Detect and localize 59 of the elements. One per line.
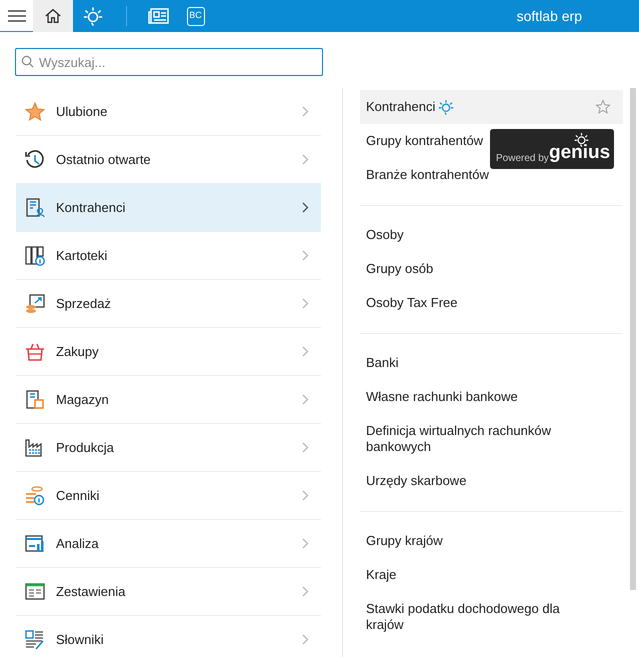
- lightbulb-icon: [438, 99, 454, 115]
- menu-item[interactable]: Sprzedaż: [16, 280, 321, 328]
- submenu-item[interactable]: Definicja wirtualnych rachunków bankowych: [360, 414, 623, 464]
- menu-item[interactable]: Analiza: [16, 520, 321, 568]
- scrollbar[interactable]: [630, 88, 636, 590]
- menu-item[interactable]: Zakupy: [16, 328, 321, 376]
- menu-item[interactable]: Ulubione: [16, 88, 321, 136]
- chevron-right-icon: [302, 346, 309, 357]
- submenu-item[interactable]: Grupy krajów: [360, 524, 623, 558]
- submenu-item[interactable]: Własne rachunki bankowe: [360, 380, 623, 414]
- chevron-right-icon: [302, 490, 309, 501]
- menu-item[interactable]: Słowniki: [16, 616, 321, 657]
- submenu-item[interactable]: Osoby: [360, 218, 623, 252]
- warehouse-box-icon: [24, 388, 46, 410]
- menu-item[interactable]: Kartoteki: [16, 232, 321, 280]
- history-icon: [24, 148, 46, 170]
- chevron-right-icon: [302, 250, 309, 261]
- search-field[interactable]: Wyszukaj...: [15, 48, 323, 76]
- submenu-item[interactable]: Banki: [360, 346, 623, 380]
- chevron-right-icon: [302, 298, 309, 309]
- document-person-icon: [24, 196, 46, 218]
- tooltip-caption: Powered by: [496, 152, 549, 166]
- chevron-right-icon: [302, 394, 309, 405]
- chevron-right-icon: [302, 154, 309, 165]
- chevron-right-icon: [302, 538, 309, 549]
- submenu-item[interactable]: Grupy osób: [360, 252, 623, 286]
- chevron-right-icon: [302, 106, 309, 117]
- chevron-right-icon: [302, 634, 309, 645]
- submenu-item[interactable]: Osoby Tax Free: [360, 286, 623, 320]
- menu-item[interactable]: Magazyn: [16, 376, 321, 424]
- menu-item[interactable]: Cenniki: [16, 472, 321, 520]
- list-pencil-icon: [24, 628, 46, 650]
- submenu-item[interactable]: Kraje: [360, 558, 623, 592]
- newspaper-icon: [148, 7, 170, 25]
- submenu-item[interactable]: Stawki podatku dochodowego dla krajów: [360, 592, 623, 642]
- chevron-right-icon: [302, 442, 309, 453]
- search-icon: [21, 55, 34, 68]
- star-icon: [24, 100, 46, 122]
- menu-item[interactable]: Produkcja: [16, 424, 321, 472]
- binders-info-icon: [24, 244, 46, 266]
- submenu-item[interactable]: Kontrahenci: [360, 90, 623, 124]
- home-icon: [44, 7, 62, 25]
- submenu-item[interactable]: Urzędy skarbowe: [360, 464, 623, 498]
- menu-item[interactable]: Kontrahenci: [16, 184, 321, 232]
- chevron-right-icon: [302, 202, 309, 213]
- home-tab[interactable]: [33, 0, 73, 32]
- coins-info-icon: [24, 484, 46, 506]
- brand-name: softlab erp: [516, 6, 582, 26]
- menu-item[interactable]: Zestawienia: [16, 568, 321, 616]
- table-icon: [24, 580, 46, 602]
- star-icon[interactable]: [595, 99, 611, 115]
- menu-button[interactable]: [0, 0, 33, 32]
- lightbulb-icon: [83, 6, 103, 26]
- logo-text: genius: [549, 141, 610, 165]
- chart-window-icon: [24, 532, 46, 554]
- coins-window-icon: [24, 292, 46, 314]
- chevron-right-icon: [302, 586, 309, 597]
- menu-icon: [8, 10, 26, 22]
- bc-button[interactable]: BC: [177, 0, 214, 32]
